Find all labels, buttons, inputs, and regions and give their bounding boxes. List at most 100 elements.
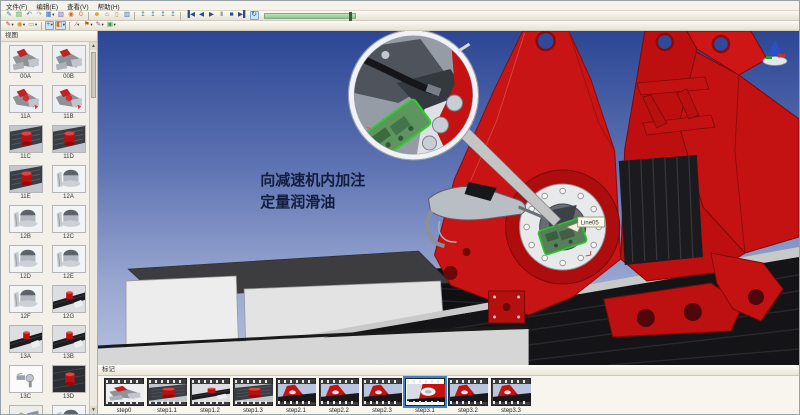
timeline-step[interactable]: step3.2 <box>448 378 488 414</box>
toolbar-separator <box>69 22 70 30</box>
step-thumbnail[interactable] <box>276 378 316 406</box>
document-button[interactable]: ▯ <box>112 11 121 20</box>
sketch-tool-button[interactable]: ✎ <box>5 11 14 20</box>
play-button[interactable]: ▶ <box>207 11 216 20</box>
view-thumbnail[interactable] <box>9 45 43 73</box>
menu-item-2[interactable]: 查看(V) <box>67 1 89 11</box>
pen-tool-button[interactable]: ✎▾ <box>5 21 15 30</box>
export-4-button[interactable]: ↥ <box>168 11 177 20</box>
annotation-line2: 定量润滑油 <box>260 193 335 211</box>
go-end-button[interactable]: ▶▌ <box>237 11 249 20</box>
view-thumbnail[interactable] <box>52 205 86 233</box>
view-thumbnail[interactable] <box>52 365 86 393</box>
scroll-down-icon[interactable]: ▼ <box>90 406 97 414</box>
home-view-button[interactable]: ⌂ <box>102 11 111 20</box>
step-thumbnail[interactable] <box>405 378 445 406</box>
export-1-button[interactable]: ↥ <box>138 11 147 20</box>
step-thumbnail[interactable] <box>104 378 144 406</box>
step-thumbnail[interactable] <box>362 378 402 406</box>
view-label: 12D <box>5 274 46 280</box>
step-thumbnail[interactable] <box>491 378 531 406</box>
animation-progress-slider[interactable] <box>264 13 356 19</box>
views-panel-title: 视图 <box>1 31 97 42</box>
export-3-button[interactable]: ↥ <box>158 11 167 20</box>
view-label: 11E <box>5 194 46 200</box>
avatar-button[interactable]: ☻ <box>92 11 101 20</box>
menu-item-1[interactable]: 编辑(E) <box>36 1 58 11</box>
step-thumbnail[interactable] <box>233 378 273 406</box>
loop-button[interactable]: ↻ <box>250 11 259 20</box>
view-label: 12A <box>48 194 89 200</box>
pause-button[interactable]: ‖ <box>217 11 226 20</box>
timeline-step[interactable]: step2.2 <box>319 378 359 414</box>
view-thumbnail[interactable] <box>9 325 43 353</box>
move-tool-button[interactable]: +▾ <box>45 21 54 30</box>
view-thumbnail[interactable] <box>9 365 43 393</box>
view-thumbnail[interactable] <box>9 205 43 233</box>
timeline-step[interactable]: step0 <box>104 378 144 414</box>
timeline-step[interactable]: step1.1 <box>147 378 187 414</box>
step-thumbnail[interactable] <box>190 378 230 406</box>
view-thumbnail[interactable] <box>52 405 86 414</box>
export-3-icon: ↥ <box>160 12 165 19</box>
views-list: 00A00B11A11B11C11D11E12A12B12C12D12E12F1… <box>1 42 97 414</box>
view-thumbnail[interactable] <box>9 405 43 414</box>
go-start-button[interactable]: ▐◀ <box>184 11 196 20</box>
export-2-button[interactable]: ↥ <box>148 11 157 20</box>
step-back-button[interactable]: ◀ <box>197 11 206 20</box>
view-label: 12G <box>48 314 89 320</box>
scroll-up-icon[interactable]: ▲ <box>90 42 97 50</box>
view-thumbnail[interactable] <box>9 125 43 153</box>
frame-hole <box>537 32 555 50</box>
avatar-icon: ☻ <box>94 12 101 19</box>
view-thumbnail[interactable] <box>9 245 43 273</box>
view-layout-button[interactable]: ▦▾ <box>45 11 56 20</box>
view-item: 12A <box>48 165 89 205</box>
view-thumbnail[interactable] <box>52 45 86 73</box>
layers-button[interactable]: ▤ <box>15 11 24 20</box>
view-thumbnail[interactable] <box>52 165 86 193</box>
timeline-step[interactable]: step2.3 <box>362 378 402 414</box>
view-thumbnail[interactable] <box>52 245 86 273</box>
step-thumbnail[interactable] <box>147 378 187 406</box>
line-tool-button[interactable]: ∕▾ <box>73 21 82 30</box>
fill-tool-button[interactable]: ◧▾ <box>55 21 66 30</box>
timeline-step[interactable]: step3.1 <box>405 378 445 414</box>
flag-tool-button[interactable]: ⚑▾ <box>83 21 94 30</box>
view-thumbnail[interactable] <box>52 285 86 313</box>
redo-button[interactable]: ↷ <box>35 11 44 20</box>
view-thumbnail[interactable] <box>9 165 43 193</box>
detail-callout[interactable] <box>348 31 478 161</box>
eraser-tool-button[interactable]: ▭▾ <box>27 21 38 30</box>
view-thumbnail[interactable] <box>52 325 86 353</box>
draw-toolbar: ✎▾◉▾▭▾+▾◧▾∕▾⚑▾✎▾▣▾ <box>1 21 799 31</box>
scrollbar-thumb[interactable] <box>91 52 96 98</box>
timeline-step[interactable]: step1.3 <box>233 378 273 414</box>
viewport-3d[interactable]: Line05 <box>98 31 799 365</box>
step-thumbnail[interactable] <box>448 378 488 406</box>
timeline-step[interactable]: step2.1 <box>276 378 316 414</box>
undo-button[interactable]: ↶ <box>25 11 34 20</box>
palette-tool-button[interactable]: ▣▾ <box>106 21 117 30</box>
timeline-step[interactable]: step1.2 <box>190 378 230 414</box>
workspace-button[interactable]: ▥ <box>122 11 131 20</box>
stroke-tool-button[interactable]: ✎▾ <box>95 21 105 30</box>
view-item <box>48 405 89 414</box>
view-thumbnail[interactable] <box>9 285 43 313</box>
camera-button[interactable]: ◉ <box>66 11 75 20</box>
menu-item-3[interactable]: 帮助(H) <box>98 1 120 11</box>
views-scrollbar[interactable]: ▲ ▼ <box>89 42 97 414</box>
view-thumbnail[interactable] <box>52 125 86 153</box>
view-thumbnail[interactable] <box>52 85 86 113</box>
toolbar-separator <box>41 22 42 30</box>
reset-view-button[interactable]: 0 <box>76 11 85 20</box>
view-label: 13A <box>5 354 46 360</box>
slider-handle[interactable] <box>349 12 352 21</box>
marker-tool-button[interactable]: ◉▾ <box>16 21 26 30</box>
step-thumbnail[interactable] <box>319 378 359 406</box>
stop-button[interactable]: ■ <box>227 11 236 20</box>
view-thumbnail[interactable] <box>9 85 43 113</box>
timeline-step[interactable]: step3.3 <box>491 378 531 414</box>
image-capture-button[interactable]: ▧ <box>56 11 65 20</box>
menu-item-0[interactable]: 文件(F) <box>6 1 27 11</box>
